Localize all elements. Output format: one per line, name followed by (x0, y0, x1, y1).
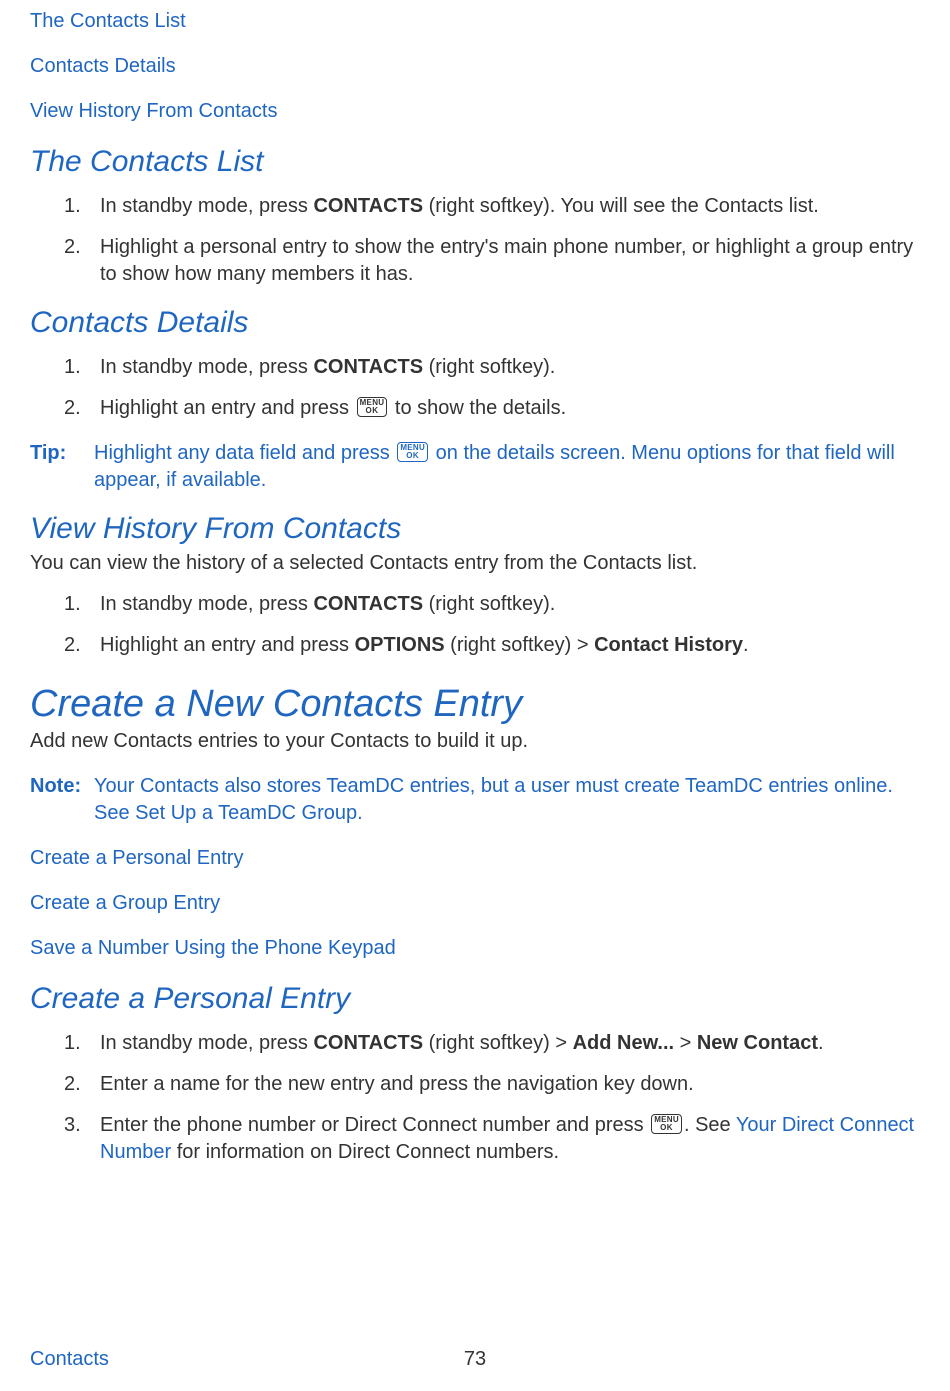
intro-create-new: Add new Contacts entries to your Contact… (30, 728, 920, 755)
step-text: . (743, 634, 749, 656)
menu-new-contact: New Contact (697, 1032, 818, 1054)
menu-ok-icon: MENUOK (357, 397, 388, 417)
step-text: Highlight a personal entry to show the e… (100, 236, 913, 285)
tip-label: Tip: (30, 440, 94, 494)
step-text: (right softkey). You will see the Contac… (423, 195, 819, 217)
step-text: (right softkey) > (445, 634, 595, 656)
list-item: Enter the phone number or Direct Connect… (94, 1112, 920, 1166)
list-item: Highlight an entry and press OPTIONS (ri… (94, 632, 920, 659)
intro-view-history: You can view the history of a selected C… (30, 550, 920, 577)
step-text: (right softkey). (423, 593, 555, 615)
list-item: In standby mode, press CONTACTS (right s… (94, 354, 920, 381)
step-text: (right softkey) > (423, 1032, 573, 1054)
footer-section: Contacts (30, 1348, 109, 1371)
link-setup-teamdc[interactable]: Set Up a TeamDC Group (135, 802, 357, 824)
note-label: Note: (30, 773, 94, 827)
toc-link-contacts-list[interactable]: The Contacts List (30, 10, 920, 33)
steps-contacts-list: In standby mode, press CONTACTS (right s… (30, 193, 920, 288)
tip-body: Highlight any data field and press MENUO… (94, 440, 920, 494)
step-text: > (674, 1032, 697, 1054)
list-item: In standby mode, press CONTACTS (right s… (94, 1030, 920, 1057)
note-body: Your Contacts also stores TeamDC entries… (94, 773, 920, 827)
list-item: Enter a name for the new entry and press… (94, 1071, 920, 1098)
softkey-contacts: CONTACTS (313, 593, 423, 615)
note-text: . (357, 802, 363, 824)
list-item: In standby mode, press CONTACTS (right s… (94, 193, 920, 220)
step-text: for information on Direct Connect number… (171, 1141, 559, 1163)
tip-block: Tip: Highlight any data field and press … (30, 440, 920, 494)
step-text: Highlight an entry and press (100, 397, 355, 419)
page-number: 73 (464, 1348, 486, 1371)
steps-view-history: In standby mode, press CONTACTS (right s… (30, 591, 920, 659)
heading-the-contacts-list: The Contacts List (30, 145, 920, 179)
softkey-contacts: CONTACTS (313, 1032, 423, 1054)
list-item: In standby mode, press CONTACTS (right s… (94, 591, 920, 618)
softkey-options: OPTIONS (355, 634, 445, 656)
step-text: to show the details. (389, 397, 566, 419)
tip-text: Highlight any data field and press (94, 442, 395, 464)
list-item: Highlight an entry and press MENUOK to s… (94, 395, 920, 422)
page-container: The Contacts List Contacts Details View … (0, 0, 950, 1391)
step-text: Highlight an entry and press (100, 634, 355, 656)
steps-create-personal: In standby mode, press CONTACTS (right s… (30, 1030, 920, 1166)
step-text: In standby mode, press (100, 1032, 313, 1054)
heading-view-history: View History From Contacts (30, 512, 920, 546)
menu-ok-icon: MENUOK (651, 1114, 682, 1134)
heading-create-new-entry: Create a New Contacts Entry (30, 683, 920, 726)
menu-ok-icon: MENUOK (397, 442, 428, 462)
step-text: In standby mode, press (100, 195, 313, 217)
heading-contacts-details: Contacts Details (30, 306, 920, 340)
step-text: . (818, 1032, 824, 1054)
menu-add-new: Add New... (573, 1032, 674, 1054)
step-text: In standby mode, press (100, 593, 313, 615)
softkey-contacts: CONTACTS (313, 356, 423, 378)
step-text: Enter the phone number or Direct Connect… (100, 1114, 649, 1136)
step-text: . See (684, 1114, 736, 1136)
toc-link-save-number-keypad[interactable]: Save a Number Using the Phone Keypad (30, 937, 920, 960)
list-item: Highlight a personal entry to show the e… (94, 234, 920, 288)
toc-link-view-history[interactable]: View History From Contacts (30, 100, 920, 123)
step-text: Enter a name for the new entry and press… (100, 1073, 694, 1095)
heading-create-personal: Create a Personal Entry (30, 982, 920, 1016)
menu-contact-history: Contact History (594, 634, 743, 656)
note-block: Note: Your Contacts also stores TeamDC e… (30, 773, 920, 827)
steps-contacts-details: In standby mode, press CONTACTS (right s… (30, 354, 920, 422)
step-text: In standby mode, press (100, 356, 313, 378)
toc-link-contacts-details[interactable]: Contacts Details (30, 55, 920, 78)
toc-link-create-group[interactable]: Create a Group Entry (30, 892, 920, 915)
page-footer: Contacts 73 (30, 1348, 920, 1371)
step-text: (right softkey). (423, 356, 555, 378)
softkey-contacts: CONTACTS (313, 195, 423, 217)
toc-link-create-personal[interactable]: Create a Personal Entry (30, 847, 920, 870)
